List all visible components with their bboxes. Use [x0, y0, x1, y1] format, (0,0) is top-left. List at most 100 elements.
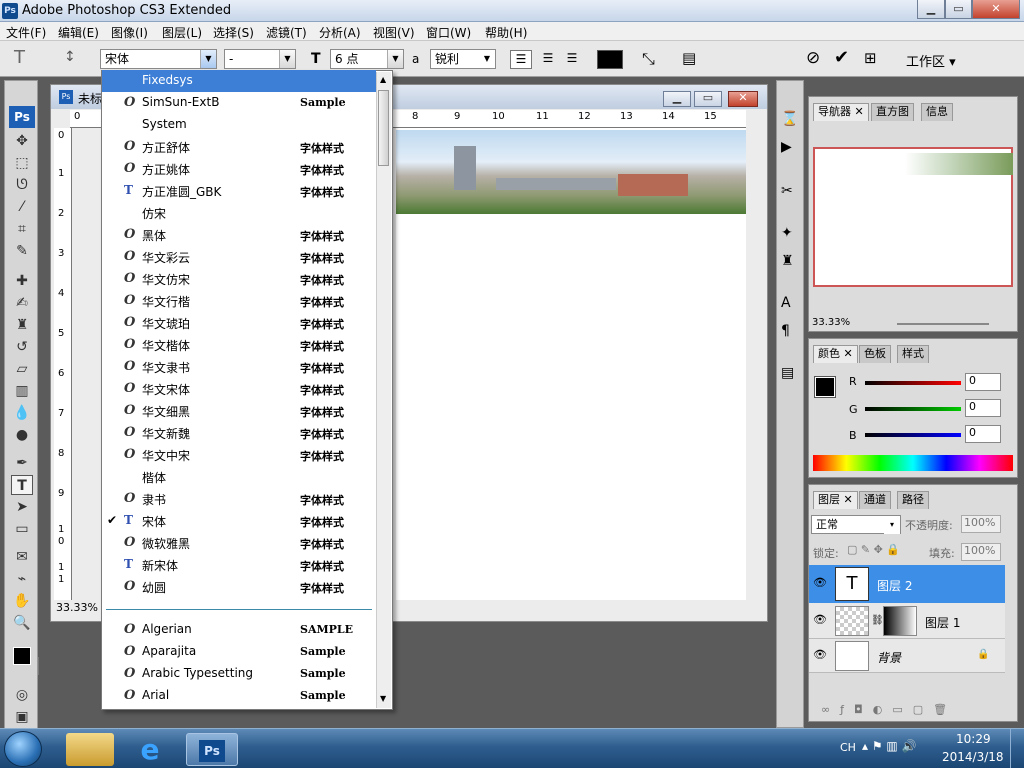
menu-window[interactable]: 窗口(W) [426, 24, 471, 41]
layer-row[interactable]: 👁 背景 🔒 [809, 639, 1005, 673]
font-list-item[interactable]: Fixedsys [102, 70, 376, 92]
blue-value-input[interactable]: 0 [965, 425, 1001, 443]
eraser-tool-icon[interactable]: ▱ [11, 359, 33, 379]
font-list-item[interactable]: O Arabic Typesetting Sample [102, 663, 376, 685]
font-list-item[interactable]: O 隶书 字体样式 [102, 488, 376, 510]
brushes-panel-icon[interactable]: ✦ [781, 225, 793, 241]
brush-tool-icon[interactable]: ✍ [11, 293, 33, 313]
align-left-button[interactable]: ☰ [510, 50, 532, 69]
stamp-tool-icon[interactable]: ♜ [11, 315, 33, 335]
tab-paths[interactable]: 路径 [897, 491, 929, 509]
tab-histogram[interactable]: 直方图 [871, 103, 914, 121]
font-list-item[interactable]: System [102, 114, 376, 136]
font-list-item[interactable]: ✔ T 宋体 字体样式 [102, 510, 376, 532]
dodge-tool-icon[interactable]: ● [11, 425, 33, 445]
commit-icon[interactable]: ✔ [834, 47, 849, 68]
minimize-button[interactable]: ▁ [917, 0, 945, 19]
history-brush-tool-icon[interactable]: ↺ [11, 337, 33, 357]
gradient-tool-icon[interactable]: ▥ [11, 381, 33, 401]
photoshop-taskbar-button[interactable]: Ps [186, 733, 238, 766]
green-slider[interactable] [865, 407, 961, 411]
font-list-item[interactable]: O 华文细黑 字体样式 [102, 400, 376, 422]
menu-filter[interactable]: 滤镜(T) [266, 24, 307, 41]
notes-tool-icon[interactable]: ✉ [11, 547, 33, 567]
opacity-input[interactable]: 100% [961, 515, 1001, 533]
red-slider[interactable] [865, 381, 961, 385]
font-list-item[interactable]: O 华文彩云 字体样式 [102, 246, 376, 268]
path-select-tool-icon[interactable]: ➤ [11, 497, 33, 517]
font-list-item[interactable]: O 华文隶书 字体样式 [102, 356, 376, 378]
font-list-scrollbar[interactable]: ▲ ▼ [376, 72, 391, 708]
menu-image[interactable]: 图像(I) [111, 24, 148, 41]
menu-select[interactable]: 选择(S) [213, 24, 254, 41]
tab-info[interactable]: 信息 [921, 103, 953, 121]
internet-explorer-icon[interactable]: e [126, 733, 174, 766]
bridge-icon[interactable]: ⊞ [864, 49, 877, 67]
blend-mode-select[interactable]: 正常 ▾ [811, 515, 901, 534]
marquee-tool-icon[interactable]: ⬚ [11, 153, 33, 173]
magic-wand-tool-icon[interactable]: ⁄ [11, 197, 33, 217]
link-icon[interactable]: ⛓ [871, 615, 884, 626]
color-spectrum-bar[interactable] [813, 455, 1013, 471]
start-button[interactable] [4, 731, 42, 767]
layer-row[interactable]: 👁 ⛓ 图层 1 [809, 603, 1005, 639]
clock-time[interactable]: 10:29 [956, 732, 991, 746]
align-center-button[interactable]: ☰ [537, 50, 559, 69]
show-desktop-button[interactable] [1010, 729, 1024, 768]
font-list-item[interactable]: 仿宋 [102, 202, 376, 224]
workspace-menu[interactable]: 工作区 ▾ [906, 51, 956, 70]
layer-actions-toolbar[interactable]: ∞ƒ◘◐▭▢🗑 [821, 703, 957, 716]
green-value-input[interactable]: 0 [965, 399, 1001, 417]
eye-icon[interactable]: 👁 [813, 576, 827, 589]
font-list-item[interactable]: O 华文琥珀 字体样式 [102, 312, 376, 334]
cancel-icon[interactable]: ⊘ [806, 48, 820, 68]
warp-text-icon[interactable]: ⤡ [642, 49, 655, 69]
font-list-item[interactable]: O SimSun-ExtB Sample [102, 92, 376, 114]
foreground-color-swatch[interactable] [13, 647, 31, 665]
layer-comps-icon[interactable]: ▤ [781, 365, 794, 381]
scroll-up-icon[interactable]: ▲ [380, 75, 386, 84]
font-list-item[interactable]: O 华文仿宋 字体样式 [102, 268, 376, 290]
doc-maximize-button[interactable]: ▭ [694, 91, 722, 107]
doc-minimize-button[interactable]: ▁ [663, 91, 691, 107]
font-list-item[interactable]: O 华文宋体 字体样式 [102, 378, 376, 400]
menu-file[interactable]: 文件(F) [6, 24, 46, 41]
document-zoom-readout[interactable]: 33.33% [56, 601, 98, 614]
character-panel-icon[interactable]: A [781, 295, 791, 311]
language-indicator[interactable]: CH [840, 741, 856, 754]
font-list-item[interactable]: O 华文新魏 字体样式 [102, 422, 376, 444]
font-style-select[interactable]: - ▼ [224, 49, 296, 69]
quick-mask-icon[interactable]: ◎ [11, 685, 33, 705]
fg-color-swatch[interactable] [814, 376, 836, 398]
font-list-item[interactable]: T 方正准圆_GBK 字体样式 [102, 180, 376, 202]
blur-tool-icon[interactable]: 💧 [11, 403, 33, 423]
anti-alias-select[interactable]: 锐利 ▼ [430, 49, 496, 69]
character-panel-icon[interactable]: ▤ [682, 49, 696, 67]
eye-icon[interactable]: 👁 [813, 613, 827, 626]
lock-icons[interactable]: ▢ ✎ ✥ 🔒 [847, 543, 900, 556]
history-panel-icon[interactable]: ⌛ [781, 111, 798, 127]
navigator-zoom-readout[interactable]: 33.33% [812, 317, 850, 328]
font-list-item[interactable]: O 华文中宋 字体样式 [102, 444, 376, 466]
font-list-item[interactable]: O Algerian SAMPLE [102, 619, 376, 641]
close-button[interactable]: ✕ [972, 0, 1020, 19]
font-list-item[interactable]: O 幼圆 字体样式 [102, 576, 376, 598]
type-tool-icon[interactable]: T [11, 475, 33, 495]
clock-date[interactable]: 2014/3/18 [942, 750, 1004, 764]
font-list-item[interactable]: T 新宋体 字体样式 [102, 554, 376, 576]
zoom-tool-icon[interactable]: 🔍 [11, 613, 33, 633]
file-explorer-icon[interactable] [66, 733, 114, 766]
navigator-preview[interactable] [813, 147, 1013, 287]
eyedropper-tool-icon[interactable]: ⌁ [11, 569, 33, 589]
font-list-item[interactable]: O 方正姚体 字体样式 [102, 158, 376, 180]
menu-layer[interactable]: 图层(L) [162, 24, 202, 41]
font-list-item[interactable]: O 黑体 字体样式 [102, 224, 376, 246]
screen-mode-icon[interactable]: ▣ [11, 707, 33, 727]
move-tool-icon[interactable]: ✥ [11, 131, 33, 151]
menu-view[interactable]: 视图(V) [373, 24, 415, 41]
font-list-item[interactable]: O Arial Sample [102, 685, 376, 707]
font-family-select[interactable]: 宋体 ▼ [100, 49, 217, 69]
tab-swatches[interactable]: 色板 [859, 345, 891, 363]
menu-help[interactable]: 帮助(H) [485, 24, 527, 41]
font-list-item[interactable]: O 微软雅黑 字体样式 [102, 532, 376, 554]
